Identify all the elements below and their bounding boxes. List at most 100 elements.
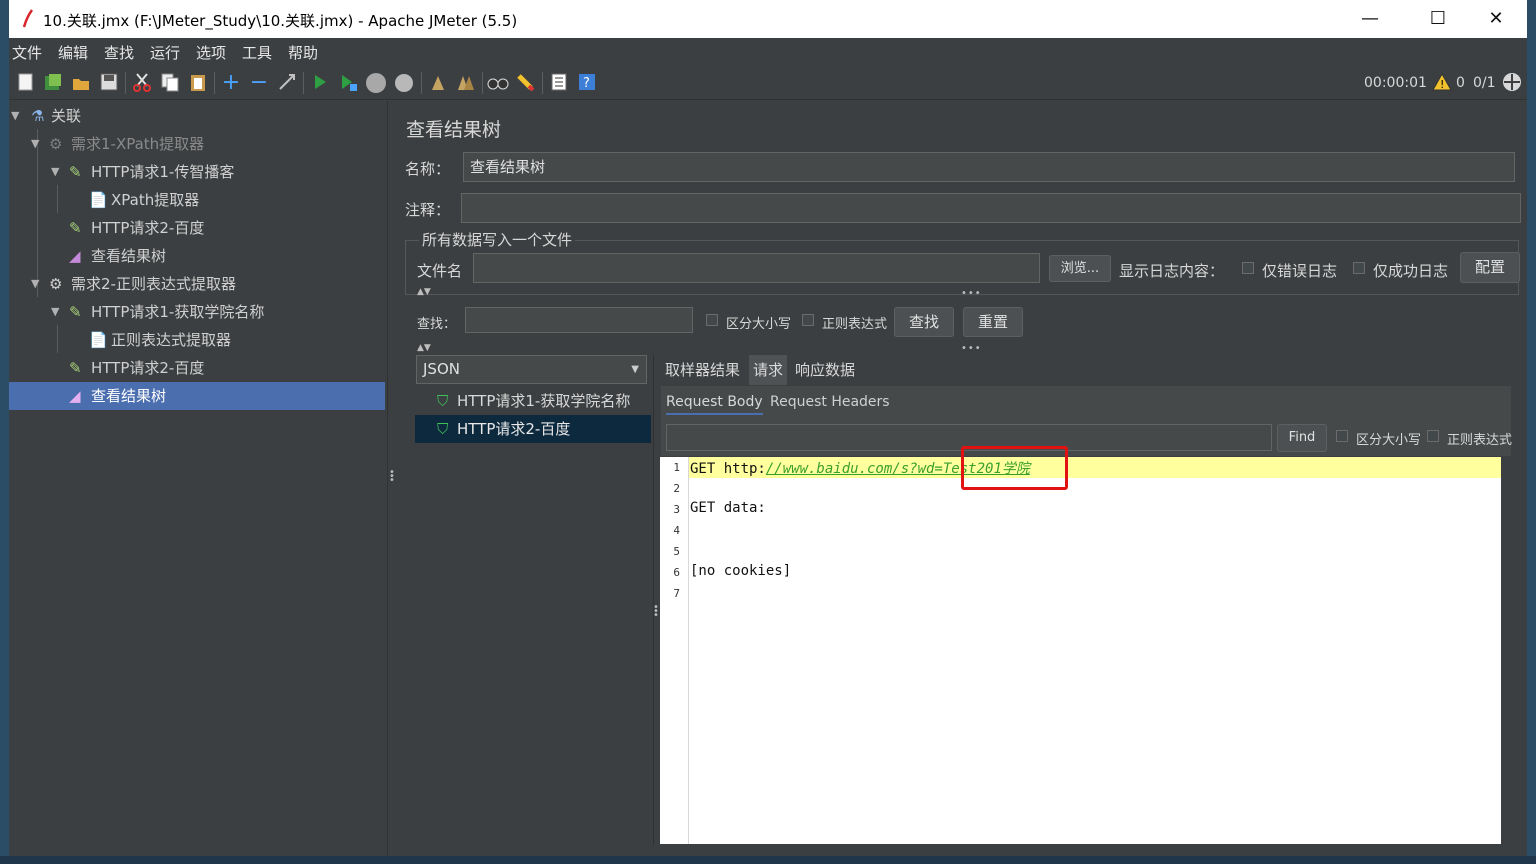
collapse-arrows-icon[interactable]: ▲▼ xyxy=(417,343,431,353)
tree-node-view-results-tree-selected[interactable]: ◢ 查看结果树 xyxy=(9,382,385,410)
tree-node-regex-extractor[interactable]: 📄 正则表达式提取器 xyxy=(9,326,385,354)
config-button[interactable]: 配置 xyxy=(1460,252,1520,283)
success-only-checkbox[interactable] xyxy=(1353,262,1365,274)
remote-icon[interactable] xyxy=(1502,72,1522,96)
name-input[interactable]: 查看结果树 xyxy=(463,152,1515,182)
regex-checkbox[interactable] xyxy=(802,314,814,326)
menu-file[interactable]: 文件 xyxy=(12,42,42,63)
chevron-down-icon[interactable]: ▼ xyxy=(51,298,59,326)
document-icon: 📄 xyxy=(89,331,108,349)
chart-icon: ◢ xyxy=(69,247,81,265)
case-sensitive-checkbox[interactable] xyxy=(1336,430,1348,442)
tree-node-xpath-extractor[interactable]: 📄 XPath提取器 xyxy=(9,186,385,214)
toolbar-separator xyxy=(542,72,543,94)
request-url-link[interactable]: //www.baidu.com/s?wd= xyxy=(766,461,943,477)
menu-tools[interactable]: 工具 xyxy=(242,42,272,63)
toolbar-separator xyxy=(421,72,422,94)
filename-input[interactable] xyxy=(473,253,1040,283)
reset-button[interactable]: 重置 xyxy=(963,307,1023,337)
tree-node-label: HTTP请求1-获取学院名称 xyxy=(91,303,265,321)
clear-all-icon[interactable] xyxy=(455,72,477,94)
find-button[interactable]: Find xyxy=(1277,424,1327,452)
paste-icon[interactable] xyxy=(187,72,209,94)
collapse-icon[interactable]: − xyxy=(248,72,270,94)
chevron-down-icon[interactable]: ▼ xyxy=(51,158,59,186)
errors-only-checkbox[interactable] xyxy=(1242,262,1254,274)
search-button[interactable]: 查找 xyxy=(894,307,954,337)
save-icon[interactable] xyxy=(98,72,120,94)
clear-icon[interactable] xyxy=(427,72,449,94)
tree-node-http-request[interactable]: ✎ HTTP请求2-百度 xyxy=(9,214,385,242)
toolbar-separator xyxy=(303,72,304,94)
tab-response-data[interactable]: 响应数据 xyxy=(791,355,859,385)
regex-label: 正则表达式 xyxy=(822,317,888,332)
annotation-highlight-box xyxy=(961,446,1068,490)
tree-node-http-request[interactable]: ▼ ✎ HTTP请求1-获取学院名称 xyxy=(9,298,385,326)
expand-icon[interactable]: + xyxy=(220,72,242,94)
search-binoculars-icon[interactable] xyxy=(487,72,509,94)
regex-checkbox[interactable] xyxy=(1427,430,1439,442)
result-item-selected[interactable]: ⛉ HTTP请求2-百度 xyxy=(415,415,651,443)
code-line-3: GET data: xyxy=(690,500,766,516)
templates-icon[interactable] xyxy=(42,72,64,94)
log-content-label: 显示日志内容： xyxy=(1119,262,1225,280)
line-number-gutter: 1 2 3 4 5 6 7 xyxy=(660,457,689,844)
start-no-pause-icon[interactable] xyxy=(337,72,359,94)
tab-request-headers[interactable]: Request Headers xyxy=(770,394,890,410)
search-input[interactable] xyxy=(465,307,693,333)
menu-options[interactable]: 选项 xyxy=(196,42,226,63)
case-sensitive-checkbox[interactable] xyxy=(706,314,718,326)
result-item[interactable]: ⛉ HTTP请求1-获取学院名称 xyxy=(415,387,651,415)
stop-icon[interactable] xyxy=(365,72,387,94)
split-pane-divider[interactable]: • • • xyxy=(387,101,395,856)
line-number: 3 xyxy=(673,503,680,516)
help-icon[interactable]: ? xyxy=(576,72,598,94)
chevron-down-icon[interactable]: ▼ xyxy=(31,270,39,298)
result-label: HTTP请求2-百度 xyxy=(457,420,571,438)
menu-edit[interactable]: 编辑 xyxy=(58,42,88,63)
browse-button[interactable]: 浏览... xyxy=(1049,255,1111,282)
tree-node-thread-group-1[interactable]: ▼ ⚙ 需求1-XPath提取器 xyxy=(9,130,385,158)
editor-scrollbar[interactable] xyxy=(1501,457,1511,844)
toolbar-separator xyxy=(214,72,215,94)
copy-icon[interactable] xyxy=(159,72,181,94)
drag-handle-icon[interactable]: ••• xyxy=(961,288,982,299)
tab-request-body[interactable]: Request Body xyxy=(666,394,763,415)
start-icon[interactable] xyxy=(309,72,331,94)
maximize-button[interactable]: ☐ xyxy=(1409,0,1467,38)
function-helper-icon[interactable] xyxy=(548,72,570,94)
request-body-editor[interactable]: 1 2 3 4 5 6 7 GET http://www.baidu.com/s… xyxy=(660,446,1511,844)
tree-node-http-request[interactable]: ✎ HTTP请求2-百度 xyxy=(9,354,385,382)
close-button[interactable]: ✕ xyxy=(1467,0,1525,38)
drag-handle-icon[interactable]: ••• xyxy=(961,343,982,354)
line-number: 4 xyxy=(673,524,680,537)
pipette-icon: ✎ xyxy=(69,163,82,181)
result-label: HTTP请求1-获取学院名称 xyxy=(457,392,631,410)
cut-icon[interactable] xyxy=(131,72,153,94)
menu-search[interactable]: 查找 xyxy=(104,42,134,63)
tree-node-thread-group-2[interactable]: ▼ ⚙ 需求2-正则表达式提取器 xyxy=(9,270,385,298)
new-icon[interactable] xyxy=(15,72,37,94)
chevron-down-icon[interactable]: ▼ xyxy=(31,130,39,158)
tree-node-test-plan[interactable]: ▼ ⚗ 关联 xyxy=(9,102,385,130)
open-icon[interactable] xyxy=(70,72,92,94)
reset-search-icon[interactable] xyxy=(515,72,537,94)
drag-handle-icon[interactable]: ••• xyxy=(653,603,659,621)
renderer-select[interactable]: JSON ▼ xyxy=(416,355,647,384)
toggle-icon[interactable] xyxy=(276,72,298,94)
tree-node-http-request[interactable]: ▼ ✎ HTTP请求1-传智播客 xyxy=(9,158,385,186)
menu-help[interactable]: 帮助 xyxy=(288,42,318,63)
tab-request[interactable]: 请求 xyxy=(749,355,788,385)
toolbar-separator xyxy=(125,72,126,94)
chevron-down-icon[interactable]: ▼ xyxy=(11,102,19,130)
request-method-text: GET http: xyxy=(690,461,766,477)
tree-node-label: HTTP请求1-传智播客 xyxy=(91,163,235,181)
tab-sampler-result[interactable]: 取样器结果 xyxy=(661,355,744,385)
minimize-button[interactable]: — xyxy=(1341,0,1399,38)
comment-input[interactable] xyxy=(461,193,1521,223)
menu-run[interactable]: 运行 xyxy=(150,42,180,63)
warning-icon[interactable]: ! xyxy=(1432,72,1452,95)
collapse-arrows-icon[interactable]: ▲▼ xyxy=(417,287,431,297)
tree-node-view-results-tree[interactable]: ◢ 查看结果树 xyxy=(9,242,385,270)
shutdown-icon[interactable] xyxy=(393,72,415,94)
